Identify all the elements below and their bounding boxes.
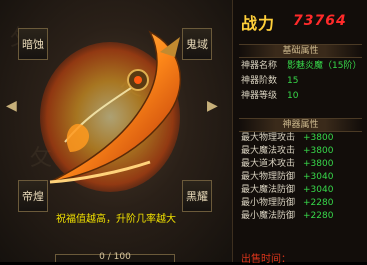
attr-row: 最小魔法防御 +2280 [241, 211, 334, 221]
attr-row: 最小物理防御 +2280 [241, 198, 334, 208]
arrow-left-icon[interactable]: ◀ [6, 98, 17, 114]
combat-power-label: 战力 [241, 14, 276, 33]
blessing-progress-bar: 0 / 100 [55, 252, 175, 262]
basic-attributes-title: 基础属性 [239, 44, 362, 58]
basic-row: 神器阶数 15 [241, 76, 299, 86]
attr-row: 最大魔法防御 +3040 [241, 185, 334, 195]
artifact-display-panel: ⺙ ⺙ ⺙ 暗蚀 鬼域 帝煌 黑耀 ◀ ▶ 祝福值越高，升阶几 [0, 0, 232, 262]
artifact-weapon-image [40, 30, 182, 192]
attr-row: 最大物理攻击 +3800 [241, 133, 334, 143]
basic-row: 神器等级 10 [241, 91, 299, 101]
basic-row: 神器名称 影魅炎魔（15阶） [241, 61, 362, 71]
attr-row: 最大道术攻击 +3800 [241, 159, 334, 169]
attribute-panel: 战力 73764 基础属性 神器名称 影魅炎魔（15阶） 神器阶数 15 神器等级 1… [232, 0, 367, 265]
combat-power: 战力 73764 [239, 8, 364, 34]
sale-time-label: 出售时间： [241, 254, 291, 265]
combat-power-value: 73764 [293, 13, 347, 29]
blessing-hint: 祝福值越高，升阶几率越大 [56, 214, 176, 225]
attr-row: 最大魔法攻击 +3800 [241, 146, 334, 156]
progress-label: 0 / 100 [99, 252, 131, 262]
artifact-attributes-title: 神器属性 [239, 118, 362, 132]
attr-row: 最大物理防御 +3040 [241, 172, 334, 182]
arrow-right-icon[interactable]: ▶ [207, 98, 218, 114]
